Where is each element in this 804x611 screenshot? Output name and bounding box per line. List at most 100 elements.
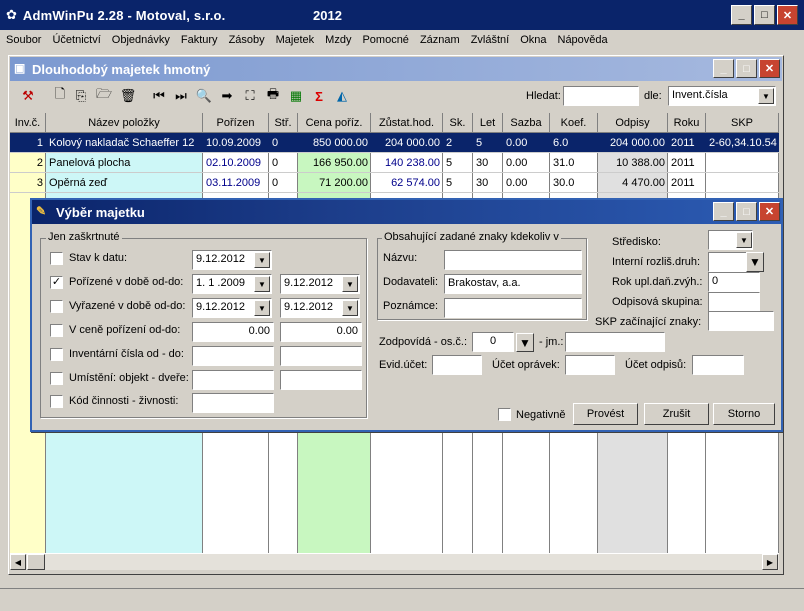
table-cell[interactable] <box>706 153 779 173</box>
search-icon[interactable]: 🔍 <box>196 88 212 104</box>
nazvu-field[interactable] <box>444 250 582 270</box>
sum-icon[interactable]: Σ <box>311 88 327 104</box>
table-cell[interactable]: 31.0 <box>550 153 598 173</box>
dialog-close-button[interactable]: ✕ <box>759 202 780 221</box>
menu-soubor[interactable]: Soubor <box>6 34 41 46</box>
chevron-down-icon[interactable]: ▼ <box>758 88 774 104</box>
col-header-porizen[interactable]: Pořízen <box>203 113 269 133</box>
menu-mzdy[interactable]: Mzdy <box>325 34 351 46</box>
table-cell[interactable]: 140 238.00 <box>371 153 443 173</box>
table-cell[interactable]: 30.0 <box>550 173 598 193</box>
kod-checkbox[interactable] <box>50 395 63 408</box>
provest-button[interactable]: Provést <box>573 403 638 425</box>
chevron-down-icon[interactable]: ▼ <box>746 252 764 272</box>
horizontal-scrollbar[interactable]: ◀ ▶ <box>10 553 779 570</box>
table-cell[interactable]: 62 574.00 <box>371 173 443 193</box>
menu-okna[interactable]: Okna <box>520 34 546 46</box>
table-cell[interactable]: 166 950.00 <box>298 153 371 173</box>
last-icon[interactable]: ⏭ <box>173 88 189 104</box>
menu-majetek[interactable]: Majetek <box>276 34 315 46</box>
skupina-field[interactable] <box>708 292 760 312</box>
vyrazene-checkbox[interactable] <box>50 300 63 313</box>
umisteni-object-field[interactable] <box>192 370 274 390</box>
menu-zasoby[interactable]: Zásoby <box>229 34 265 46</box>
skp-field[interactable] <box>708 311 774 331</box>
scroll-thumb[interactable] <box>27 554 45 570</box>
search-input[interactable] <box>563 86 639 106</box>
table-cell[interactable]: 2011 <box>668 173 706 193</box>
poznamce-field[interactable] <box>444 298 582 318</box>
chevron-down-icon[interactable]: ▼ <box>254 276 270 292</box>
dialog-minimize-button[interactable]: _ <box>713 202 734 221</box>
minimize-button[interactable]: _ <box>731 5 752 25</box>
new-icon[interactable]: 🗋 <box>52 86 68 104</box>
col-header-skp[interactable]: SKP <box>706 113 779 133</box>
col-header-str[interactable]: Stř. <box>269 113 298 133</box>
umisteni-checkbox[interactable] <box>50 372 63 385</box>
inv-from-field[interactable] <box>192 346 274 366</box>
col-header-inv[interactable]: Inv.č. <box>10 113 46 133</box>
menu-pomocne[interactable]: Pomocné <box>362 34 408 46</box>
cena-checkbox[interactable] <box>50 324 63 337</box>
chart-icon[interactable]: ◭ <box>334 88 350 104</box>
dodavateli-field[interactable]: Brakostav, a.a. <box>444 274 582 294</box>
jm-field[interactable] <box>565 332 665 352</box>
col-header-sazba[interactable]: Sazba <box>503 113 550 133</box>
col-header-cena[interactable]: Cena poříz. <box>298 113 371 133</box>
kod-field[interactable] <box>192 393 274 413</box>
opravek-field[interactable] <box>565 355 615 375</box>
storno-button[interactable]: Storno <box>713 403 775 425</box>
dialog-maximize-button[interactable]: □ <box>736 202 757 221</box>
inv-to-field[interactable] <box>280 346 362 366</box>
scroll-right-icon[interactable]: ▶ <box>762 554 778 570</box>
next-icon[interactable]: ➡ <box>219 88 235 104</box>
col-header-name[interactable]: Název položky <box>46 113 203 133</box>
col-header-koef[interactable]: Koef. <box>550 113 598 133</box>
chevron-down-icon[interactable]: ▼ <box>342 276 358 292</box>
chevron-down-icon[interactable]: ▼ <box>254 252 270 268</box>
table-cell[interactable]: 30 <box>473 153 503 173</box>
odpisu-field[interactable] <box>692 355 744 375</box>
menu-napoveda[interactable]: Nápověda <box>558 34 608 46</box>
inv-checkbox[interactable] <box>50 348 63 361</box>
chevron-down-icon[interactable]: ▼ <box>254 300 270 316</box>
table-cell[interactable]: Panelová plocha <box>46 153 203 173</box>
menu-ucetnictvi[interactable]: Účetnictví <box>52 34 100 46</box>
delete-icon[interactable]: 🗑 <box>120 88 137 104</box>
table-cell[interactable]: 0 <box>269 153 298 173</box>
menu-zaznam[interactable]: Záznam <box>420 34 460 46</box>
menu-objednavky[interactable]: Objednávky <box>112 34 170 46</box>
scroll-left-icon[interactable]: ◀ <box>10 554 26 570</box>
menu-faktury[interactable]: Faktury <box>181 34 218 46</box>
table-cell[interactable]: 5 <box>443 173 473 193</box>
open-icon[interactable]: 🗁 <box>96 86 112 104</box>
col-header-sk[interactable]: Sk. <box>443 113 473 133</box>
table-cell[interactable]: 02.10.2009 <box>203 153 269 173</box>
umisteni-door-field[interactable] <box>280 370 362 390</box>
table-cell[interactable]: 30 <box>473 173 503 193</box>
table-cell[interactable]: 71 200.00 <box>298 173 371 193</box>
col-header-let[interactable]: Let <box>473 113 503 133</box>
maximize-button[interactable]: □ <box>754 5 775 25</box>
table-cell[interactable]: 10 388.00 <box>598 153 668 173</box>
copy-icon[interactable]: ⎘ <box>73 88 89 104</box>
rok-field[interactable]: 0 <box>708 272 760 292</box>
cena-to-field[interactable]: 0.00 <box>280 322 362 342</box>
chevron-down-icon[interactable]: ▼ <box>516 333 534 352</box>
zodpovida-field[interactable]: 0 <box>472 332 514 352</box>
inner-close-button[interactable]: ✕ <box>759 59 780 78</box>
evid-field[interactable] <box>432 355 482 375</box>
inner-minimize-button[interactable]: _ <box>713 59 734 78</box>
stav-checkbox[interactable] <box>50 252 63 265</box>
col-header-roku[interactable]: Roku <box>668 113 706 133</box>
col-header-zustat[interactable]: Zůstat.hod. <box>371 113 443 133</box>
menu-zvlastni[interactable]: Zvláštní <box>471 34 510 46</box>
col-header-odpisy[interactable]: Odpisy <box>598 113 668 133</box>
table-cell[interactable]: 5 <box>443 153 473 173</box>
table-cell[interactable]: 0 <box>269 173 298 193</box>
table-cell[interactable] <box>706 173 779 193</box>
table-cell[interactable]: 2 <box>10 153 46 173</box>
zrusit-button[interactable]: Zrušit <box>644 403 709 425</box>
inner-maximize-button[interactable]: □ <box>736 59 757 78</box>
table-cell[interactable]: 3 <box>10 173 46 193</box>
